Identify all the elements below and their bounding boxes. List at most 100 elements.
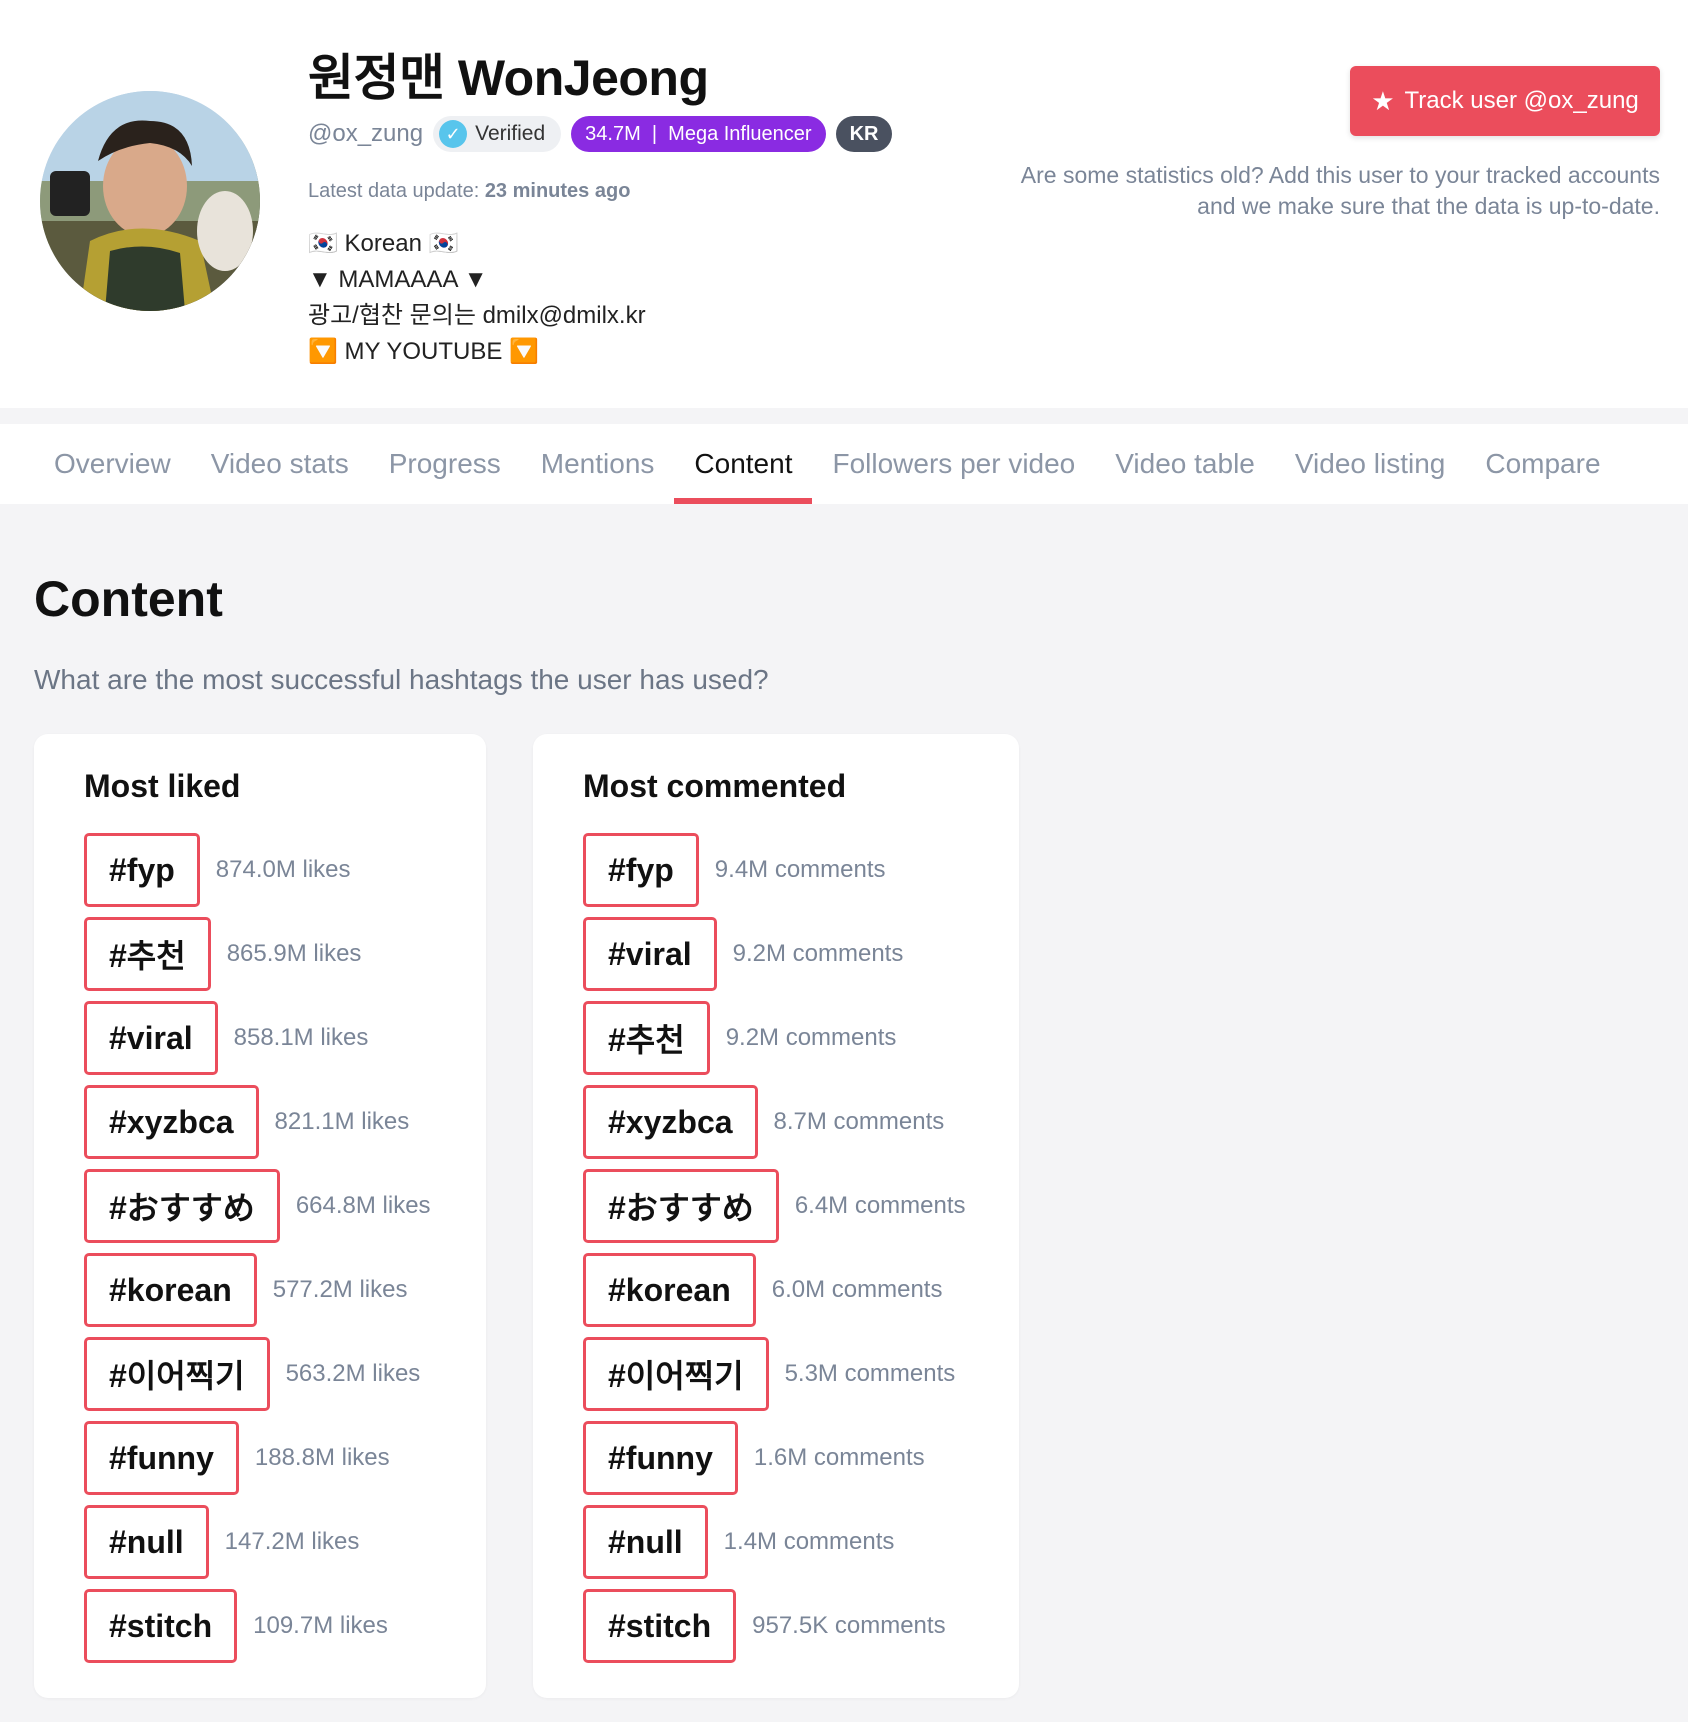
tab-progress[interactable]: Progress — [369, 424, 521, 504]
list-item: #おすすめ 6.4M comments — [583, 1164, 966, 1248]
list-item: #stitch 109.7M likes — [84, 1584, 431, 1668]
tab-overview[interactable]: Overview — [34, 424, 191, 504]
hashtag-chip[interactable]: #xyzbca — [583, 1085, 758, 1159]
hashtag-chip[interactable]: #추천 — [583, 1001, 710, 1075]
tab-video-listing[interactable]: Video listing — [1275, 424, 1465, 504]
hashtag-metric: 147.2M likes — [224, 1528, 360, 1555]
list-item: #null 147.2M likes — [84, 1500, 431, 1584]
hashtag-chip[interactable]: #korean — [583, 1253, 756, 1327]
hashtag-chip[interactable]: #funny — [84, 1421, 239, 1495]
hashtag-chip[interactable]: #이어찍기 — [583, 1337, 769, 1411]
profile-handle: @ox_zung — [308, 120, 424, 147]
verified-label: Verified — [475, 122, 546, 145]
profile-header: 원정맨 WonJeong @ox_zung ✓ Verified 34.7M |… — [0, 0, 1688, 408]
bio-line: 🔽 MY YOUTUBE 🔽 — [308, 338, 539, 365]
hashtag-chip[interactable]: #korean — [84, 1253, 257, 1327]
bio-line: 🇰🇷 Korean 🇰🇷 — [308, 230, 459, 257]
most-liked-card: Most liked #fyp 874.0M likes #추천 865.9M li… — [34, 734, 486, 1698]
hashtag-chip[interactable]: #fyp — [84, 833, 200, 907]
hashtag-metric: 874.0M likes — [215, 856, 351, 883]
profile-name: 원정맨 WonJeong — [308, 50, 709, 106]
hashtag-metric: 1.4M comments — [723, 1528, 895, 1555]
hashtag-metric: 9.2M comments — [725, 1024, 897, 1051]
hashtag-metric: 957.5K comments — [752, 1612, 946, 1639]
hashtag-chip[interactable]: #おすすめ — [583, 1169, 779, 1243]
hashtag-metric: 6.0M comments — [771, 1276, 943, 1303]
track-note: Are some statistics old? Add this user t… — [940, 160, 1660, 222]
hashtag-metric: 563.2M likes — [285, 1360, 421, 1387]
list-item: #korean 577.2M likes — [84, 1248, 431, 1332]
hashtag-chip[interactable]: #stitch — [583, 1589, 737, 1663]
hashtag-chip[interactable]: #null — [583, 1505, 708, 1579]
verified-badge: ✓ Verified — [433, 116, 562, 152]
hashtag-chip[interactable]: #xyzbca — [84, 1085, 259, 1159]
profile-meta-row: @ox_zung ✓ Verified 34.7M | Mega Influen… — [308, 116, 893, 152]
hashtag-metric: 5.3M comments — [784, 1360, 956, 1387]
hashtag-chip[interactable]: #stitch — [84, 1589, 238, 1663]
list-item: #추천 9.2M comments — [583, 996, 966, 1080]
tab-video-table[interactable]: Video table — [1095, 424, 1275, 504]
avatar — [40, 91, 260, 311]
star-icon: ★ — [1371, 85, 1395, 116]
track-user-button[interactable]: ★ Track user @ox_zung — [1350, 66, 1660, 136]
tab-content[interactable]: Content — [674, 424, 813, 504]
hashtag-metric: 9.4M comments — [714, 856, 886, 883]
list-item: #추천 865.9M likes — [84, 912, 431, 996]
list-item: #viral 858.1M likes — [84, 996, 431, 1080]
hashtag-chip[interactable]: #null — [84, 1505, 209, 1579]
list-item: #이어찍기 5.3M comments — [583, 1332, 966, 1416]
hashtag-list: #fyp 9.4M comments #viral 9.2M comments #추… — [583, 828, 966, 1668]
most-commented-card: Most commented #fyp 9.4M comments #viral 9… — [533, 734, 1019, 1698]
hashtag-metric: 664.8M likes — [295, 1192, 431, 1219]
card-title: Most liked — [84, 768, 241, 804]
list-item: #xyzbca 8.7M comments — [583, 1080, 966, 1164]
hashtag-metric: 9.2M comments — [732, 940, 904, 967]
hashtag-chip[interactable]: #fyp — [583, 833, 699, 907]
list-item: #funny 1.6M comments — [583, 1416, 966, 1500]
hashtag-chip[interactable]: #おすすめ — [84, 1169, 280, 1243]
hashtag-metric: 8.7M comments — [773, 1108, 945, 1135]
data-update-info: Latest data update: 23 minutes ago — [308, 180, 630, 203]
list-item: #fyp 874.0M likes — [84, 828, 431, 912]
hashtag-metric: 6.4M comments — [794, 1192, 966, 1219]
list-item: #stitch 957.5K comments — [583, 1584, 966, 1668]
tab-video-stats[interactable]: Video stats — [191, 424, 369, 504]
hashtag-metric: 865.9M likes — [226, 940, 362, 967]
hashtag-chip[interactable]: #추천 — [84, 917, 211, 991]
list-item: #funny 188.8M likes — [84, 1416, 431, 1500]
bio-line: 광고/협찬 문의는 dmilx@dmilx.kr — [308, 302, 646, 329]
bio-line: ▼ MAMAAAA ▼ — [308, 266, 488, 293]
profile-tabs: Overview Video stats Progress Mentions C… — [0, 424, 1688, 504]
list-item: #viral 9.2M comments — [583, 912, 966, 996]
country-badge: KR — [835, 116, 893, 152]
tab-followers-per-video[interactable]: Followers per video — [812, 424, 1095, 504]
list-item: #null 1.4M comments — [583, 1500, 966, 1584]
list-item: #korean 6.0M comments — [583, 1248, 966, 1332]
hashtag-list: #fyp 874.0M likes #추천 865.9M likes #viral 8… — [84, 828, 431, 1668]
update-value: 23 minutes ago — [484, 180, 631, 202]
hashtag-metric: 821.1M likes — [274, 1108, 410, 1135]
hashtag-metric: 109.7M likes — [253, 1612, 388, 1639]
track-note-line: and we make sure that the data is up-to-… — [1197, 193, 1660, 219]
list-item: #おすすめ 664.8M likes — [84, 1164, 431, 1248]
hashtag-chip[interactable]: #viral — [84, 1001, 218, 1075]
card-title: Most commented — [583, 768, 847, 804]
hashtag-chip[interactable]: #viral — [583, 917, 717, 991]
hashtag-chip[interactable]: #funny — [583, 1421, 738, 1495]
tab-mentions[interactable]: Mentions — [521, 424, 675, 504]
list-item: #이어찍기 563.2M likes — [84, 1332, 431, 1416]
track-note-line: Are some statistics old? Add this user t… — [1020, 162, 1660, 188]
section-subtitle: What are the most successful hashtags th… — [34, 664, 769, 695]
profile-bio: 🇰🇷 Korean 🇰🇷 ▼ MAMAAAA ▼ 광고/협찬 문의는 dmilx… — [308, 226, 646, 370]
list-item: #xyzbca 821.1M likes — [84, 1080, 431, 1164]
hashtag-metric: 1.6M comments — [753, 1444, 925, 1471]
track-button-label: Track user @ox_zung — [1404, 87, 1639, 114]
avatar-photo-icon — [40, 91, 260, 311]
hashtag-metric: 577.2M likes — [272, 1276, 408, 1303]
section-title: Content — [34, 571, 223, 627]
verified-check-icon: ✓ — [439, 120, 468, 148]
tab-compare[interactable]: Compare — [1465, 424, 1620, 504]
hashtag-metric: 188.8M likes — [254, 1444, 390, 1471]
followers-badge: 34.7M | Mega Influencer — [571, 116, 826, 152]
hashtag-chip[interactable]: #이어찍기 — [84, 1337, 270, 1411]
